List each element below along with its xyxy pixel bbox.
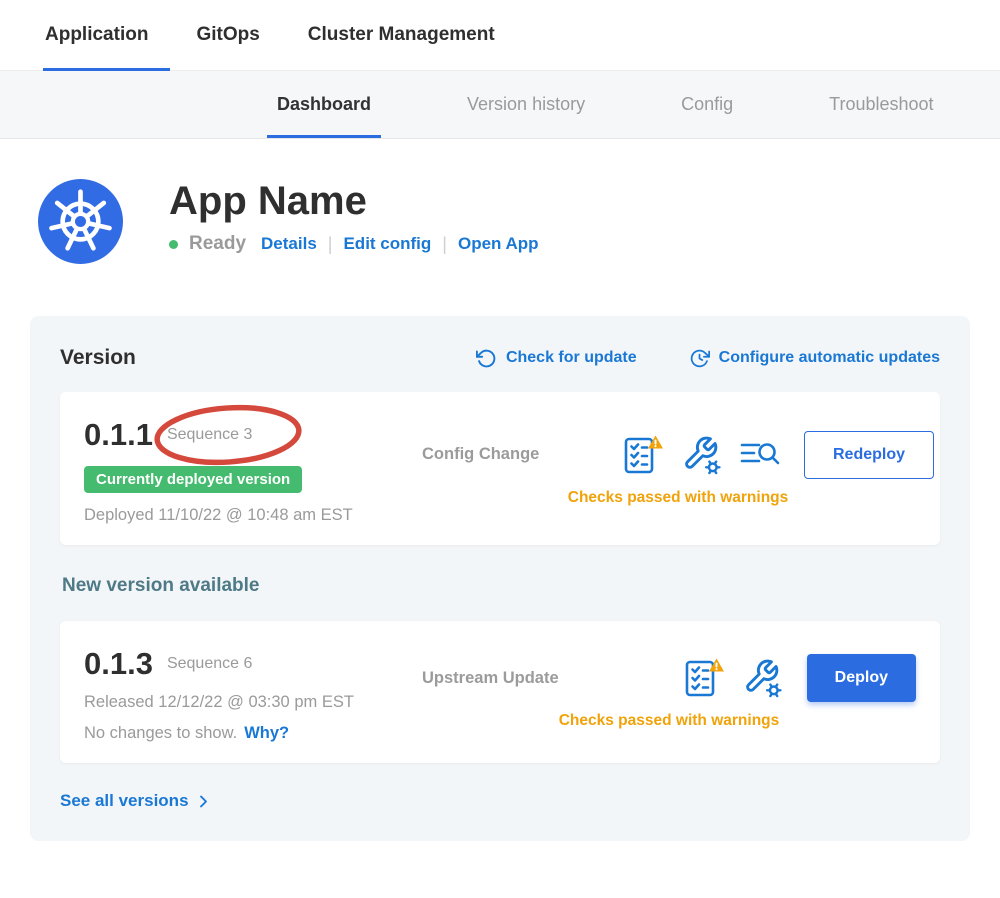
change-type-label: Upstream Update (422, 669, 622, 688)
why-link[interactable]: Why? (244, 724, 289, 743)
secondary-nav: Dashboard Version history Config Trouble… (0, 71, 1000, 139)
divider: | (328, 234, 333, 255)
see-all-versions-label: See all versions (60, 791, 189, 811)
tab-troubleshoot[interactable]: Troubleshoot (829, 71, 933, 138)
new-version-number: 0.1.3 (84, 646, 153, 682)
current-version-details: Config Change (422, 431, 934, 507)
version-action-icons (683, 657, 783, 699)
admin-console-page: Application GitOps Cluster Management Da… (0, 0, 1000, 898)
checks-status-text: Checks passed with warnings (422, 489, 934, 507)
details-link[interactable]: Details (261, 234, 317, 254)
currently-deployed-badge: Currently deployed version (84, 466, 302, 493)
no-changes-row: No changes to show. Why? (84, 724, 422, 743)
see-all-versions-link[interactable]: See all versions (60, 791, 211, 811)
version-panel-header: Version Check for update (60, 346, 940, 370)
preflight-checks-icon[interactable] (622, 434, 664, 476)
tab-version-history[interactable]: Version history (467, 71, 585, 138)
version-line: 0.1.3 Sequence 6 (84, 641, 422, 687)
current-version-card: 0.1.1 Sequence 3 Currently deployed vers… (60, 392, 940, 545)
no-changes-text: No changes to show. (84, 724, 237, 743)
tab-gitops[interactable]: GitOps (196, 0, 259, 70)
redeploy-button[interactable]: Redeploy (804, 431, 934, 479)
checks-status-text: Checks passed with warnings (422, 712, 916, 730)
app-header: App Name Ready Details | Edit config | O… (0, 139, 1000, 264)
version-panel: Version Check for update (30, 316, 970, 841)
edit-config-link[interactable]: Edit config (343, 234, 431, 254)
new-version-card: 0.1.3 Sequence 6 Released 12/12/22 @ 03:… (60, 621, 940, 763)
page-title: App Name (169, 179, 539, 223)
version-line: 0.1.1 Sequence 3 (84, 412, 422, 458)
new-version-info: 0.1.3 Sequence 6 Released 12/12/22 @ 03:… (84, 641, 422, 743)
new-version-details: Upstream Update (422, 654, 916, 730)
tab-config[interactable]: Config (681, 71, 733, 138)
edit-config-wrench-icon[interactable] (682, 435, 722, 475)
deploy-button[interactable]: Deploy (807, 654, 916, 702)
primary-nav: Application GitOps Cluster Management (0, 0, 1000, 71)
new-version-sequence: Sequence 6 (167, 655, 252, 673)
current-version-info: 0.1.1 Sequence 3 Currently deployed vers… (84, 412, 422, 525)
version-panel-actions: Check for update Configure automatic upd… (476, 348, 940, 369)
tab-cluster-management[interactable]: Cluster Management (308, 0, 495, 70)
tab-application[interactable]: Application (45, 0, 148, 70)
kubernetes-logo (38, 179, 123, 264)
open-app-link[interactable]: Open App (458, 234, 539, 254)
configure-auto-updates-label: Configure automatic updates (719, 349, 940, 367)
edit-config-wrench-icon[interactable] (743, 658, 783, 698)
divider: | (442, 234, 447, 255)
new-version-heading: New version available (62, 575, 938, 597)
check-for-update-link[interactable]: Check for update (476, 348, 637, 369)
version-heading: Version (60, 346, 136, 370)
configure-auto-updates-link[interactable]: Configure automatic updates (689, 348, 940, 369)
current-version-number: 0.1.1 (84, 417, 153, 453)
auto-update-clock-icon (689, 348, 710, 369)
status-label: Ready (189, 233, 246, 255)
preflight-checks-icon[interactable] (683, 657, 725, 699)
deployed-timestamp: Deployed 11/10/22 @ 10:48 am EST (84, 506, 422, 525)
change-type-label: Config Change (422, 445, 622, 464)
check-for-update-label: Check for update (506, 349, 637, 367)
tab-dashboard[interactable]: Dashboard (277, 71, 371, 138)
chevron-right-icon (196, 794, 211, 809)
ready-status-dot (169, 240, 178, 249)
view-files-icon[interactable] (740, 438, 780, 472)
released-timestamp: Released 12/12/22 @ 03:30 pm EST (84, 693, 422, 712)
current-version-sequence: Sequence 3 (167, 426, 252, 444)
status-row: Ready Details | Edit config | Open App (169, 233, 539, 255)
refresh-icon (476, 348, 497, 369)
version-action-icons (622, 434, 780, 476)
